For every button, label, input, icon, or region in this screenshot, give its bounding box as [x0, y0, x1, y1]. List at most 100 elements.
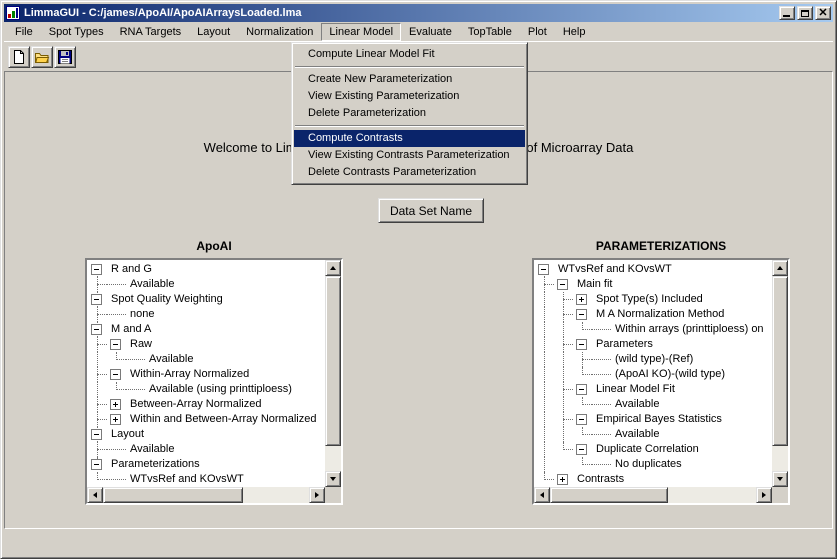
left-tree-title: ApoAI — [85, 239, 343, 253]
menu-toptable[interactable]: TopTable — [460, 23, 520, 41]
tree-item[interactable]: No duplicates — [535, 457, 772, 472]
tree-line — [573, 352, 592, 367]
tree-item[interactable]: none — [88, 307, 325, 322]
open-file-button[interactable] — [31, 46, 53, 68]
menu-plot[interactable]: Plot — [520, 23, 555, 41]
tree-item[interactable]: Contrasts — [535, 472, 772, 487]
tree-item[interactable]: Available — [88, 277, 325, 292]
tree-line — [554, 367, 573, 382]
tree-item[interactable]: Layout — [88, 427, 325, 442]
tree-item[interactable]: Available (using printtiploess) — [88, 382, 325, 397]
vertical-scrollbar[interactable] — [772, 260, 788, 487]
tree-item[interactable]: WTvsRef and KOvsWT — [88, 472, 325, 487]
tree-item[interactable]: Within arrays (printtiploess) on — [535, 322, 772, 337]
expand-icon[interactable] — [110, 414, 121, 425]
menu-help[interactable]: Help — [555, 23, 594, 41]
collapse-icon[interactable] — [576, 339, 587, 350]
scroll-down-button[interactable] — [772, 471, 788, 487]
collapse-icon[interactable] — [91, 429, 102, 440]
tree-item[interactable]: Raw — [88, 337, 325, 352]
tree-item[interactable]: Empirical Bayes Statistics — [535, 412, 772, 427]
save-file-button[interactable] — [54, 46, 76, 68]
tree-item[interactable]: Available — [535, 427, 772, 442]
tree-item[interactable]: Duplicate Correlation — [535, 442, 772, 457]
collapse-icon[interactable] — [538, 264, 549, 275]
collapse-icon[interactable] — [110, 339, 121, 350]
tree-item[interactable]: Main fit — [535, 277, 772, 292]
scroll-right-button[interactable] — [309, 487, 325, 503]
tree-item[interactable]: M and A — [88, 322, 325, 337]
scrollbar-thumb[interactable] — [103, 487, 243, 503]
maximize-button[interactable] — [797, 6, 813, 20]
collapse-icon[interactable] — [110, 369, 121, 380]
collapse-icon[interactable] — [91, 459, 102, 470]
title-bar[interactable]: LimmaGUI - C:/james/ApoAI/ApoAIArraysLoa… — [4, 4, 833, 22]
menu-rna-targets[interactable]: RNA Targets — [112, 23, 190, 41]
tree-item[interactable]: (ApoAI KO)-(wild type) — [535, 367, 772, 382]
close-button[interactable]: ✕ — [815, 6, 831, 20]
tree-item[interactable]: Between-Array Normalized — [88, 397, 325, 412]
tree-item[interactable]: Available — [535, 397, 772, 412]
tree-item[interactable]: Within-Array Normalized — [88, 367, 325, 382]
collapse-icon[interactable] — [576, 384, 587, 395]
menu-normalization[interactable]: Normalization — [238, 23, 321, 41]
collapse-icon[interactable] — [576, 444, 587, 455]
menu-item-view-existing-contrasts-parameterization[interactable]: View Existing Contrasts Parameterization — [294, 147, 525, 164]
tree-line — [554, 442, 573, 457]
menu-item-delete-parameterization[interactable]: Delete Parameterization — [294, 105, 525, 122]
menu-item-compute-linear-model-fit[interactable]: Compute Linear Model Fit — [294, 46, 525, 63]
minimize-button[interactable] — [779, 6, 795, 20]
tree-item[interactable]: Linear Model Fit — [535, 382, 772, 397]
tree-line — [554, 337, 573, 352]
collapse-icon[interactable] — [557, 279, 568, 290]
scroll-down-button[interactable] — [325, 471, 341, 487]
new-file-button[interactable] — [8, 46, 30, 68]
menu-item-compute-contrasts[interactable]: Compute Contrasts — [294, 130, 525, 147]
tree-item[interactable]: Spot Quality Weighting — [88, 292, 325, 307]
menu-evaluate[interactable]: Evaluate — [401, 23, 460, 41]
tree-item[interactable]: Spot Type(s) Included — [535, 292, 772, 307]
expand-icon[interactable] — [557, 474, 568, 485]
arrow-up-icon — [777, 266, 783, 270]
menu-item-delete-contrasts-parameterization[interactable]: Delete Contrasts Parameterization — [294, 164, 525, 181]
menu-layout[interactable]: Layout — [189, 23, 238, 41]
scrollbar-thumb[interactable] — [550, 487, 668, 503]
window-controls: ✕ — [779, 6, 831, 20]
horizontal-scrollbar[interactable] — [87, 487, 325, 503]
scroll-left-button[interactable] — [534, 487, 550, 503]
menu-linear-model[interactable]: Linear Model — [321, 23, 401, 41]
tree-item[interactable]: Available — [88, 352, 325, 367]
tree-item[interactable]: Parameters — [535, 337, 772, 352]
scrollbar-thumb[interactable] — [325, 276, 341, 446]
menu-file[interactable]: File — [7, 23, 41, 41]
collapse-icon[interactable] — [576, 309, 587, 320]
scrollbar-thumb[interactable] — [772, 276, 788, 446]
scroll-right-button[interactable] — [756, 487, 772, 503]
collapse-icon[interactable] — [576, 414, 587, 425]
expand-icon[interactable] — [576, 294, 587, 305]
scroll-up-button[interactable] — [325, 260, 341, 276]
tree-item[interactable]: M A Normalization Method — [535, 307, 772, 322]
tree-item[interactable]: R and G — [88, 262, 325, 277]
collapse-icon[interactable] — [91, 324, 102, 335]
tree-item-label: Within arrays (printtiploess) on — [611, 322, 764, 337]
tree-item[interactable]: WTvsRef and KOvsWT — [535, 262, 772, 277]
tree-line — [535, 442, 554, 457]
dataset-name-button[interactable]: Data Set Name — [378, 198, 484, 223]
scroll-left-button[interactable] — [87, 487, 103, 503]
menu-item-view-existing-parameterization[interactable]: View Existing Parameterization — [294, 88, 525, 105]
menu-spot-types[interactable]: Spot Types — [41, 23, 112, 41]
expand-icon[interactable] — [110, 399, 121, 410]
tree-item-label: Available — [611, 427, 659, 442]
horizontal-scrollbar[interactable] — [534, 487, 772, 503]
menu-item-create-new-parameterization[interactable]: Create New Parameterization — [294, 71, 525, 88]
vertical-scrollbar[interactable] — [325, 260, 341, 487]
tree-item[interactable]: Available — [88, 442, 325, 457]
tree-line — [535, 412, 554, 427]
tree-item[interactable]: Parameterizations — [88, 457, 325, 472]
collapse-icon[interactable] — [91, 264, 102, 275]
collapse-icon[interactable] — [91, 294, 102, 305]
tree-item[interactable]: (wild type)-(Ref) — [535, 352, 772, 367]
scroll-up-button[interactable] — [772, 260, 788, 276]
tree-item[interactable]: Within and Between-Array Normalized — [88, 412, 325, 427]
